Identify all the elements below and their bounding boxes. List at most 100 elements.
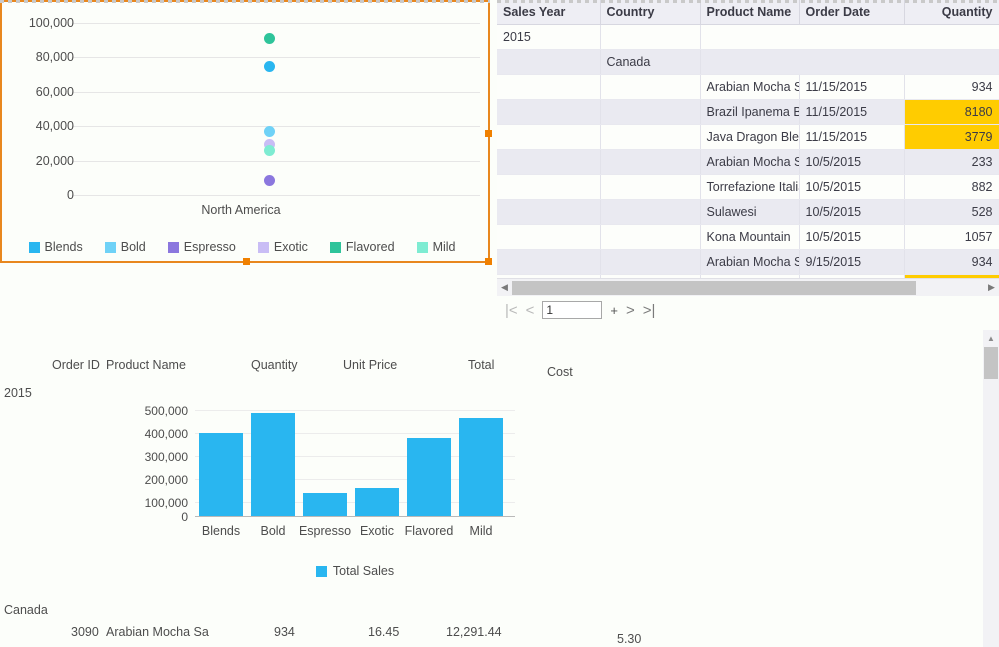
legend-label: Bold xyxy=(121,240,146,254)
x-tick-label-bold: Bold xyxy=(246,524,300,538)
table-row[interactable]: Brazil Ipanema Bc 11/15/2015 8180 xyxy=(497,100,999,125)
cell-sales-year xyxy=(497,75,600,100)
column-header-product-name[interactable]: Product Name xyxy=(700,0,799,25)
cell-quantity-highlighted: 8180 xyxy=(904,100,999,125)
cell-country xyxy=(600,75,700,100)
column-header-quantity[interactable]: Quantity xyxy=(904,0,999,25)
cell-order-date: 9/15/2015 xyxy=(799,250,904,275)
scatter-point-bold[interactable] xyxy=(264,126,275,137)
cell-empty xyxy=(700,50,999,75)
table-row[interactable]: Arabian Mocha Sa 10/5/2015 233 xyxy=(497,150,999,175)
column-header-order-date[interactable]: Order Date xyxy=(799,0,904,25)
cell-product-name: Sulawesi xyxy=(700,200,799,225)
legend-item-exotic[interactable]: Exotic xyxy=(258,240,308,254)
last-page-icon[interactable]: >| xyxy=(643,303,656,318)
report-header-unit-price: Unit Price xyxy=(343,358,397,372)
grid-pager[interactable]: |< < + > >| xyxy=(497,299,797,321)
report-header-total: Total xyxy=(468,358,494,372)
x-tick-label-espresso: Espresso xyxy=(298,524,352,538)
legend-item-espresso[interactable]: Espresso xyxy=(168,240,236,254)
cell-order-date: 10/5/2015 xyxy=(799,200,904,225)
bar-exotic[interactable] xyxy=(355,488,399,516)
bar-blends[interactable] xyxy=(199,433,243,516)
column-header-country[interactable]: Country xyxy=(600,0,700,25)
table-row[interactable]: Arabian Mocha Sa 11/15/2015 934 xyxy=(497,75,999,100)
legend-item-flavored[interactable]: Flavored xyxy=(330,240,395,254)
scroll-track[interactable] xyxy=(512,281,984,295)
report-group-country: Canada xyxy=(4,603,48,617)
legend-swatch-icon xyxy=(330,242,341,253)
cell-sales-year xyxy=(497,250,600,275)
cell-country xyxy=(600,150,700,175)
total-sales-bar-chart[interactable]: 500,000 400,000 300,000 200,000 100,000 … xyxy=(120,402,510,582)
scatter-point-espresso[interactable] xyxy=(264,175,275,186)
legend-item-mild[interactable]: Mild xyxy=(417,240,456,254)
cell-sales-year xyxy=(497,50,600,75)
resize-handle-bottom[interactable] xyxy=(243,258,250,265)
report-group-year: 2015 xyxy=(4,386,32,400)
prev-page-icon[interactable]: < xyxy=(526,303,535,318)
grid-table: Sales Year Country Product Name Order Da… xyxy=(497,0,999,278)
grid-horizontal-scrollbar[interactable]: ◀ ▶ xyxy=(497,278,999,296)
table-row[interactable]: Kona Mountain 10/5/2015 1057 xyxy=(497,225,999,250)
cell-product-name: Arabian Mocha Sa xyxy=(700,150,799,175)
report-header-cost: Cost xyxy=(547,365,573,379)
cell-sales-year xyxy=(497,200,600,225)
cell-quantity: 528 xyxy=(904,200,999,225)
cell-quantity: 1057 xyxy=(904,225,999,250)
legend-label: Blends xyxy=(45,240,83,254)
cell-quantity: 934 xyxy=(904,75,999,100)
bar-espresso[interactable] xyxy=(303,493,347,516)
scroll-left-arrow-icon[interactable]: ◀ xyxy=(497,282,512,293)
scroll-up-arrow-icon[interactable]: ▲ xyxy=(983,332,999,346)
cell-country xyxy=(600,200,700,225)
legend-item-bold[interactable]: Bold xyxy=(105,240,146,254)
report-cell-cost: 5.30 xyxy=(617,632,641,646)
next-page-icon[interactable]: > xyxy=(626,303,635,318)
cell-quantity: 882 xyxy=(904,175,999,200)
page-number-input[interactable] xyxy=(542,301,602,319)
y-tick-label: 100,000 xyxy=(108,497,188,509)
bar-mild[interactable] xyxy=(459,418,503,516)
add-page-icon[interactable]: + xyxy=(610,303,618,318)
scatter-plot-area: 100,000 80,000 60,000 40,000 20,000 0 No… xyxy=(2,2,488,202)
legend-swatch-icon xyxy=(258,242,269,253)
column-header-sales-year[interactable]: Sales Year xyxy=(497,0,600,25)
bar-bold[interactable] xyxy=(251,413,295,516)
report-cell-total: 12,291.44 xyxy=(446,625,502,639)
cell-order-date: 10/5/2015 xyxy=(799,150,904,175)
report-header-order-id: Order ID xyxy=(52,358,100,372)
table-row[interactable]: Sulawesi 10/5/2015 528 xyxy=(497,200,999,225)
bar-flavored[interactable] xyxy=(407,438,451,516)
report-cell-unit-price: 16.45 xyxy=(368,625,399,639)
gridline-40000 xyxy=(72,126,480,127)
legend-item-blends[interactable]: Blends xyxy=(29,240,83,254)
cell-sales-year xyxy=(497,125,600,150)
cell-product-name: Arabian Mocha Sa xyxy=(700,75,799,100)
scatter-chart-panel[interactable]: 100,000 80,000 60,000 40,000 20,000 0 No… xyxy=(0,0,490,263)
page-vertical-scrollbar[interactable]: ▲ xyxy=(983,330,999,647)
x-tick-label-exotic: Exotic xyxy=(350,524,404,538)
y-tick-label: 60,000 xyxy=(0,86,74,99)
table-row-country-group[interactable]: Canada xyxy=(497,50,999,75)
gridline-60000 xyxy=(72,92,480,93)
table-row[interactable]: Arabian Mocha Sa 9/15/2015 934 xyxy=(497,250,999,275)
sales-data-grid[interactable]: Sales Year Country Product Name Order Da… xyxy=(497,0,999,278)
resize-handle-corner[interactable] xyxy=(485,258,492,265)
scatter-point-mild[interactable] xyxy=(264,145,275,156)
scatter-point-blends[interactable] xyxy=(264,61,275,72)
table-row[interactable]: Java Dragon Blen 11/15/2015 3779 xyxy=(497,125,999,150)
cell-order-date: 11/15/2015 xyxy=(799,125,904,150)
legend-swatch-icon xyxy=(417,242,428,253)
first-page-icon[interactable]: |< xyxy=(505,303,518,318)
legend-label: Flavored xyxy=(346,240,395,254)
table-row-year-group[interactable]: 2015 xyxy=(497,25,999,50)
scroll-thumb[interactable] xyxy=(512,281,916,295)
scroll-right-arrow-icon[interactable]: ▶ xyxy=(984,282,999,293)
scroll-thumb[interactable] xyxy=(984,347,998,379)
cell-product-name: Brazil Ipanema Bc xyxy=(700,100,799,125)
report-header-quantity: Quantity xyxy=(251,358,298,372)
scatter-point-flavored[interactable] xyxy=(264,33,275,44)
table-row[interactable]: Torrefazione Italia 10/5/2015 882 xyxy=(497,175,999,200)
cell-quantity: 934 xyxy=(904,250,999,275)
